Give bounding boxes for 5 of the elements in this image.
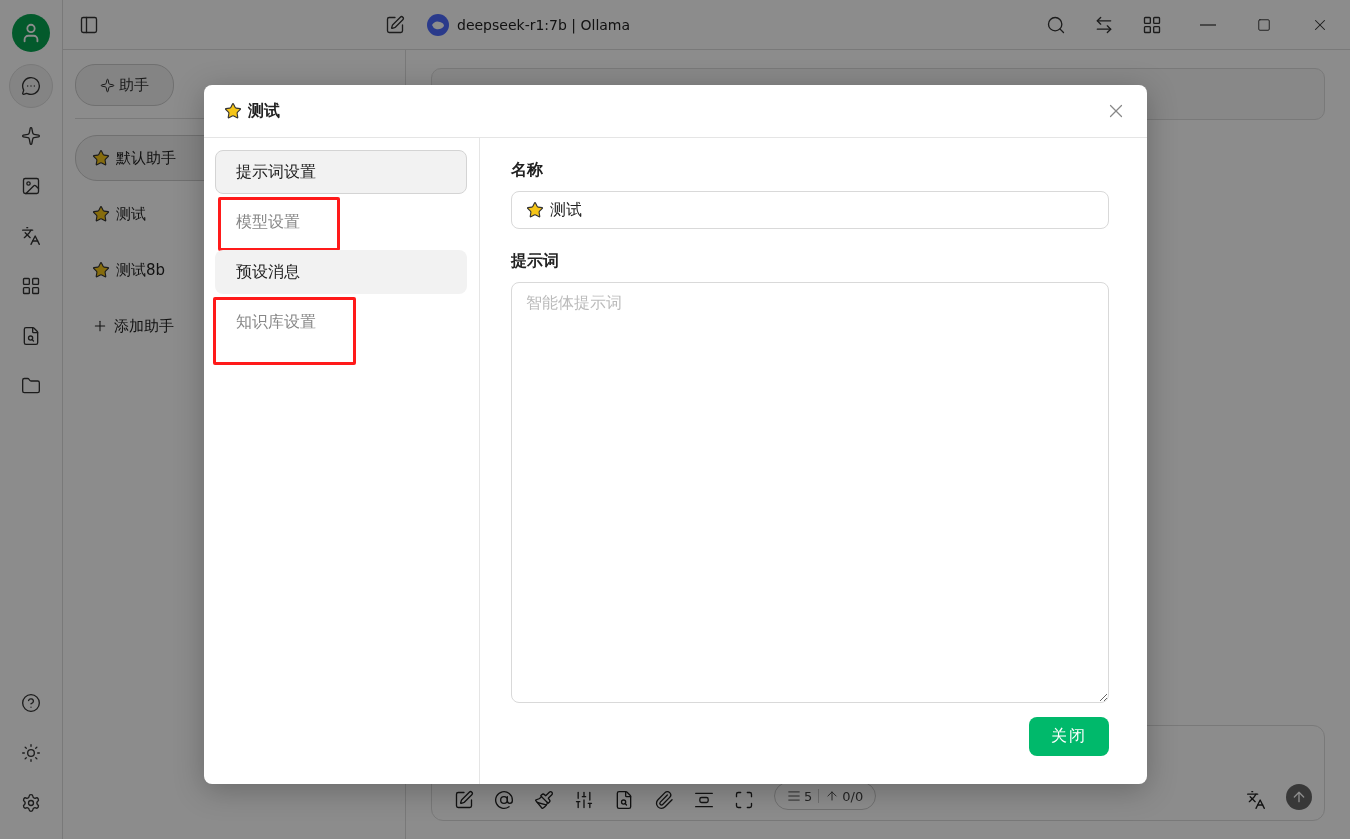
dialog-title: 测试 [248, 100, 280, 122]
context-count: 5 [804, 788, 813, 804]
field-label: 提示词 [511, 251, 560, 272]
token-count: 0/0 [842, 788, 864, 804]
field-label: 名称 [511, 160, 544, 181]
